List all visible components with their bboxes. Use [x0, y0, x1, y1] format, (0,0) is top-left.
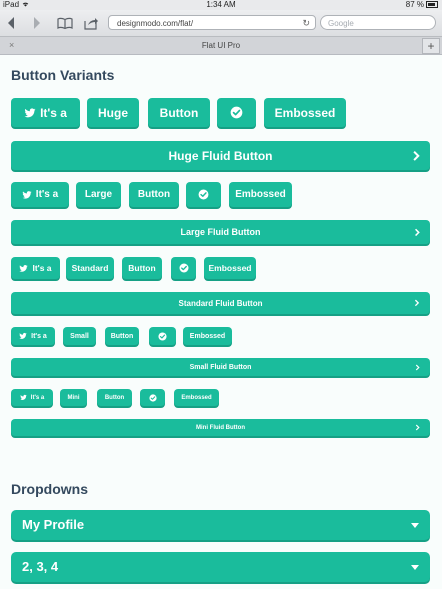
large-fluid-button[interactable]: Large Fluid Button — [11, 220, 430, 244]
huge-plain-button[interactable]: Button — [148, 98, 210, 127]
back-icon[interactable] — [6, 10, 20, 36]
small-plain-button[interactable]: Button — [105, 327, 139, 345]
button-label: It's a — [30, 394, 45, 401]
mini-fluid-button[interactable]: Mini Fluid Button — [11, 419, 430, 436]
browser-toolbar: designmodo.com/flat/ ↻ Google — [0, 10, 442, 37]
large-tweet-button[interactable]: It's a — [11, 182, 69, 207]
button-label: It's a — [40, 105, 67, 120]
button-label: Large — [84, 189, 113, 200]
standard-plain-button[interactable]: Button — [122, 257, 162, 279]
standard-check-button[interactable] — [171, 257, 196, 279]
check-icon — [179, 263, 189, 273]
button-label: Embossed — [181, 394, 212, 401]
small-check-button[interactable] — [149, 327, 176, 345]
dropdown-my-profile[interactable]: My Profile — [11, 510, 430, 540]
mini-tweet-button[interactable]: It's a — [11, 389, 53, 406]
button-label: Small Fluid Button — [189, 363, 252, 371]
huge-fluid-button[interactable]: Huge Fluid Button — [11, 141, 430, 170]
button-label: It's a — [32, 263, 52, 273]
chevron-right-icon — [414, 292, 420, 314]
button-label: Embossed — [189, 332, 226, 340]
caret-down-icon — [411, 523, 419, 528]
button-label: Large Fluid Button — [180, 227, 261, 237]
small-embossed-button[interactable]: Embossed — [183, 327, 232, 345]
small-size-button[interactable]: Small — [63, 327, 96, 345]
status-bar: iPad 1:34 AM 87 % — [0, 0, 442, 10]
button-label: Small — [70, 332, 89, 340]
tab-bar: × Flat UI Pro + — [0, 37, 442, 55]
button-label: Huge Fluid Button — [168, 148, 273, 163]
tab-title[interactable]: Flat UI Pro — [0, 37, 442, 54]
button-label: Button — [159, 105, 199, 120]
share-icon[interactable] — [83, 10, 101, 36]
button-label: It's a — [31, 332, 47, 340]
dropdown-numbers[interactable]: 2, 3, 4 — [11, 552, 430, 582]
check-icon — [158, 331, 167, 341]
section-heading-dropdowns: Dropdowns — [11, 481, 88, 497]
button-label: Embossed — [235, 189, 286, 200]
caret-down-icon — [411, 565, 419, 570]
button-label: Button — [104, 394, 125, 401]
mini-embossed-button[interactable]: Embossed — [174, 389, 219, 406]
chevron-right-icon — [415, 419, 420, 436]
mini-check-button[interactable] — [140, 389, 165, 406]
standard-tweet-button[interactable]: It's a — [11, 257, 60, 279]
button-label: Huge — [98, 105, 128, 120]
address-bar[interactable]: designmodo.com/flat/ ↻ — [108, 15, 316, 30]
button-label: Mini Fluid Button — [196, 424, 245, 431]
large-plain-button[interactable]: Button — [129, 182, 179, 207]
chevron-right-icon — [412, 141, 420, 170]
battery-percent: 87 % — [405, 0, 424, 9]
small-tweet-button[interactable]: It's a — [11, 327, 55, 345]
check-icon — [148, 393, 157, 402]
clock: 1:34 AM — [206, 0, 236, 9]
bookmarks-icon[interactable] — [57, 10, 75, 36]
button-label: Button — [110, 332, 134, 340]
button-label: It's a — [35, 189, 59, 200]
large-size-button[interactable]: Large — [76, 182, 121, 207]
dropdown-label: 2, 3, 4 — [22, 559, 59, 574]
forward-icon[interactable] — [32, 10, 46, 36]
large-check-button[interactable] — [186, 182, 221, 207]
standard-embossed-button[interactable]: Embossed — [204, 257, 256, 279]
mini-plain-button[interactable]: Button — [97, 389, 132, 406]
button-label: Standard Fluid Button — [178, 298, 263, 308]
button-label: Button — [128, 263, 156, 273]
check-icon — [198, 189, 209, 200]
mini-size-button[interactable]: Mini — [60, 389, 87, 406]
check-icon — [230, 106, 243, 119]
dropdown-label: My Profile — [22, 517, 85, 532]
reload-icon[interactable]: ↻ — [302, 16, 310, 31]
button-label: Embossed — [274, 105, 336, 120]
button-label: Standard — [71, 263, 109, 273]
chevron-right-icon — [415, 358, 420, 376]
button-label: Embossed — [208, 263, 252, 273]
small-fluid-button[interactable]: Small Fluid Button — [11, 358, 430, 376]
button-label: Mini — [67, 394, 80, 401]
search-input[interactable]: Google — [320, 15, 436, 30]
button-label: Button — [137, 189, 171, 200]
search-placeholder: Google — [328, 19, 354, 28]
address-text: designmodo.com/flat/ — [117, 19, 194, 28]
standard-size-button[interactable]: Standard — [66, 257, 114, 279]
standard-fluid-button[interactable]: Standard Fluid Button — [11, 292, 430, 314]
huge-tweet-button[interactable]: It's a — [11, 98, 80, 127]
huge-check-button[interactable] — [217, 98, 256, 127]
chevron-right-icon — [414, 220, 420, 244]
battery-status: 87 % — [406, 0, 438, 10]
huge-embossed-button[interactable]: Embossed — [264, 98, 346, 127]
huge-size-button[interactable]: Huge — [87, 98, 139, 127]
section-heading-button-variants: Button Variants — [11, 67, 115, 83]
new-tab-button[interactable]: + — [422, 38, 440, 54]
large-embossed-button[interactable]: Embossed — [229, 182, 292, 207]
battery-icon — [426, 1, 438, 9]
